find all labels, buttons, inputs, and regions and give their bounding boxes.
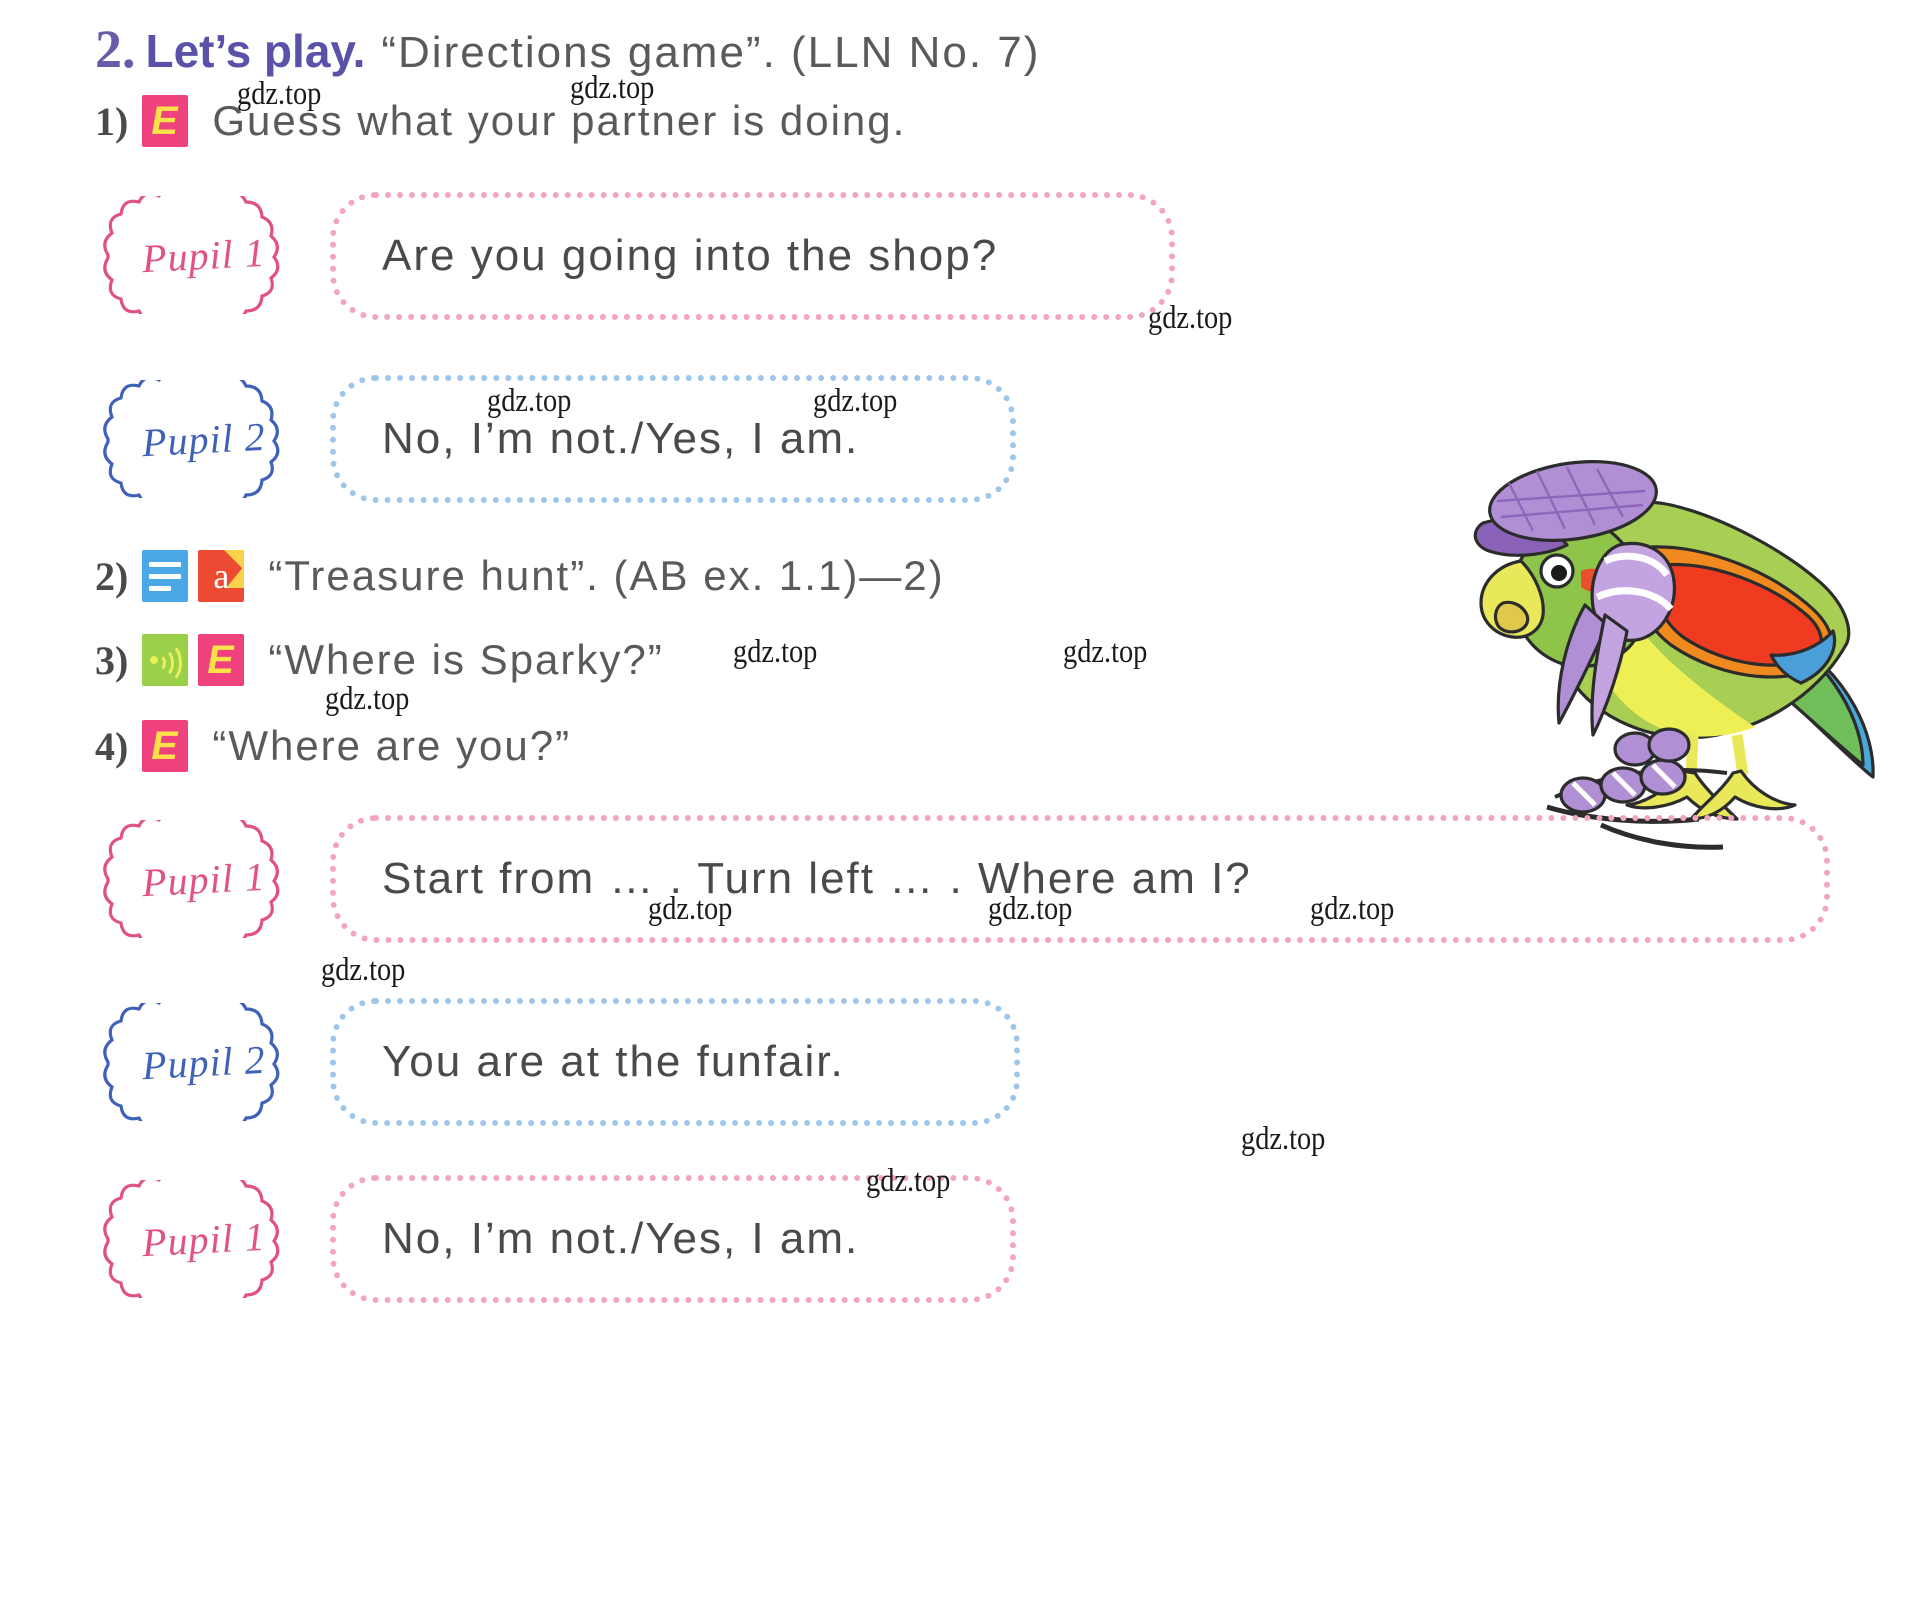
speak-icon: E	[142, 720, 189, 772]
write-icon-line	[149, 586, 172, 591]
exercise-number: 2.	[95, 19, 136, 79]
task-index-2: 2)	[95, 553, 129, 599]
task-index-3: 3)	[95, 637, 129, 683]
speak-icon-glyph: E	[148, 723, 183, 768]
vocabulary-icon-glyph: a	[213, 556, 230, 596]
task-index-1: 1)	[95, 98, 129, 144]
speaker-name: Pupil 1	[141, 229, 267, 281]
watermark: gdz.top	[570, 70, 655, 106]
speech-text: Are you going into the shop?	[382, 231, 999, 280]
speak-icon-glyph: E	[204, 637, 239, 682]
listen-icon	[142, 634, 189, 686]
watermark: gdz.top	[648, 891, 733, 927]
speech-bubble-blue: No, I’m not./Yes, I am.	[330, 375, 1016, 503]
watermark: gdz.top	[237, 76, 322, 112]
speech-bubble-blue: You are at the funfair.	[330, 998, 1020, 1126]
watermark: gdz.top	[1063, 634, 1148, 670]
task-row-2: 2) a “Treasure hunt”. (AB ex. 1.1)—2)	[95, 550, 945, 602]
speech-bubble-pink: Start from … . Turn left … . Where am I?	[330, 815, 1830, 943]
speaker-label-pupil2: Pupil 2	[88, 1003, 320, 1121]
write-icon-line	[149, 562, 182, 567]
listen-icon-wave	[152, 642, 183, 684]
write-icon	[142, 550, 189, 602]
watermark: gdz.top	[1310, 891, 1395, 927]
write-icon-line	[149, 574, 182, 579]
watermark: gdz.top	[325, 681, 410, 717]
speaker-label-pupil1: Pupil 1	[88, 196, 320, 314]
speech-bubble-pink: Are you going into the shop?	[330, 192, 1175, 320]
task-row-3: 3) E “Where is Sparky?”	[95, 634, 664, 686]
parrot-illustration	[1455, 405, 1885, 885]
task-text-3: “Where is Sparky?”	[268, 636, 664, 683]
task-row-4: 4) E “Where are you?”	[95, 720, 571, 772]
speech-text: No, I’m not./Yes, I am.	[382, 1214, 860, 1263]
speaker-label-pupil1: Pupil 1	[88, 1180, 320, 1298]
task-text-2: “Treasure hunt”. (AB ex. 1.1)—2)	[268, 552, 945, 599]
watermark: gdz.top	[1241, 1121, 1326, 1157]
worksheet-page: 2. Let’s play. “Directions game”. (LLN No.…	[0, 0, 1921, 1620]
speaker-label-pupil1: Pupil 1	[88, 820, 320, 938]
watermark: gdz.top	[866, 1163, 951, 1199]
speech-text: Start from … . Turn left … . Where am I?	[382, 854, 1252, 903]
vocabulary-icon: a	[198, 550, 245, 602]
watermark: gdz.top	[733, 634, 818, 670]
watermark: gdz.top	[1148, 300, 1233, 336]
speaker-label-pupil2: Pupil 2	[88, 380, 320, 498]
task-index-4: 4)	[95, 723, 129, 769]
watermark: gdz.top	[321, 952, 406, 988]
speaker-name: Pupil 2	[141, 413, 267, 465]
watermark: gdz.top	[487, 383, 572, 419]
speaker-name: Pupil 2	[141, 1036, 267, 1088]
task-row-1: 1) E Guess what your partner is doing.	[95, 95, 906, 147]
speaker-name: Pupil 1	[141, 1213, 267, 1265]
speak-icon: E	[142, 95, 189, 147]
exercise-subtitle: “Directions game”. (LLN No. 7)	[381, 28, 1041, 77]
speak-icon-glyph: E	[148, 98, 183, 143]
speech-text: You are at the funfair.	[382, 1037, 845, 1086]
exercise-heading: Let’s play.	[145, 25, 366, 77]
task-text-4: “Where are you?”	[212, 722, 572, 769]
speak-icon: E	[198, 634, 245, 686]
speaker-name: Pupil 1	[141, 853, 267, 905]
page-title: 2. Let’s play. “Directions game”. (LLN No.…	[95, 18, 1040, 80]
watermark: gdz.top	[813, 383, 898, 419]
speech-text: No, I’m not./Yes, I am.	[382, 414, 860, 463]
watermark: gdz.top	[988, 891, 1073, 927]
